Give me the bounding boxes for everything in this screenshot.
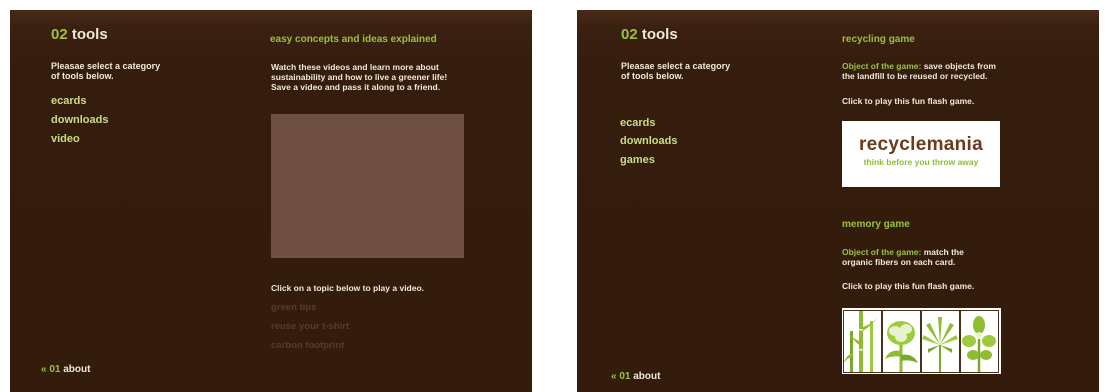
back-link-text: about: [63, 364, 91, 375]
video-player[interactable]: [271, 114, 464, 258]
topic-reuse-tshirt-link[interactable]: reuse your t-shirt: [271, 321, 349, 332]
recycling-objective-text: save objects from: [921, 61, 996, 71]
memory-game-banner[interactable]: [842, 308, 1001, 374]
page-title: 02 tools: [51, 26, 108, 43]
recyclemania-logo-tagline: think before you throw away: [863, 157, 979, 167]
category-instructions: Pleasae select a category of tools below…: [621, 61, 730, 81]
topic-green-tips-link[interactable]: green tips: [271, 302, 316, 313]
category-instructions-line-1: Pleasae select a category: [51, 61, 161, 71]
bamboo-card-icon: [843, 310, 882, 373]
tools-video-panel: 02 tools Pleasae select a category of to…: [10, 10, 532, 392]
page-title-text: tools: [71, 26, 108, 43]
recyclemania-game-banner[interactable]: recyclemania think before you throw away: [842, 121, 1000, 187]
video-description-line-2: sustainability and how to live a greener…: [271, 72, 448, 82]
cotton-card-icon: [882, 310, 921, 373]
video-description-line-1: Watch these videos and learn more about: [271, 62, 439, 72]
memory-play-instructions: Click to play this fun flash game.: [842, 281, 975, 291]
recyclemania-logo-title: recyclemania: [858, 134, 984, 155]
category-instructions: Pleasae select a category of tools below…: [51, 61, 160, 81]
memory-game-title: memory game: [842, 219, 910, 230]
nav-games-link[interactable]: games: [620, 154, 655, 166]
nav-ecards-link[interactable]: ecards: [51, 95, 86, 107]
back-chevron-icon: «: [611, 371, 617, 382]
page-title: 02 tools: [621, 26, 678, 43]
memory-objective-line-2: organic fibers on each card.: [842, 257, 956, 267]
video-description-line-3: Save a video and pass it along to a frie…: [271, 82, 441, 92]
section-title: easy concepts and ideas explained: [270, 34, 437, 45]
nav-downloads-link[interactable]: downloads: [51, 114, 108, 126]
flax-plant-card-icon: [960, 310, 999, 373]
page-title-number: 02: [621, 26, 638, 43]
topic-carbon-footprint-link[interactable]: carbon footprint: [271, 340, 344, 351]
memory-game-objective: Object of the game: match the organic fi…: [842, 247, 964, 267]
back-link-number: 01: [619, 371, 631, 382]
nav-ecards-link[interactable]: ecards: [620, 117, 655, 129]
memory-objective-label: Object of the game:: [842, 247, 922, 257]
category-instructions-line-1: Pleasae select a category: [621, 61, 731, 71]
nav-video-link[interactable]: video: [51, 133, 80, 145]
recycling-play-instructions: Click to play this fun flash game.: [842, 96, 975, 106]
video-description: Watch these videos and learn more about …: [271, 62, 447, 92]
tools-games-panel: 02 tools Pleasae select a category of to…: [577, 10, 1099, 392]
recycling-game-title: recycling game: [842, 34, 915, 45]
back-link-number: 01: [49, 364, 61, 375]
recycling-game-objective: Object of the game: save objects from th…: [842, 61, 996, 81]
page-title-number: 02: [51, 26, 68, 43]
back-chevron-icon: «: [41, 364, 47, 375]
back-to-about-link[interactable]: « 01 about: [41, 364, 90, 375]
category-instructions-line-2: of tools below.: [51, 71, 114, 81]
recycling-objective-label: Object of the game:: [842, 61, 922, 71]
nav-downloads-link[interactable]: downloads: [620, 135, 677, 147]
hemp-leaf-card-icon: [921, 310, 960, 373]
page-title-text: tools: [641, 26, 678, 43]
memory-objective-text: match the: [921, 247, 964, 257]
back-to-about-link[interactable]: « 01 about: [611, 371, 660, 382]
topic-prompt: Click on a topic below to play a video.: [271, 283, 425, 293]
back-link-text: about: [633, 371, 661, 382]
category-instructions-line-2: of tools below.: [621, 71, 684, 81]
recycling-objective-line-2: the landfill to be reused or recycled.: [842, 71, 988, 81]
